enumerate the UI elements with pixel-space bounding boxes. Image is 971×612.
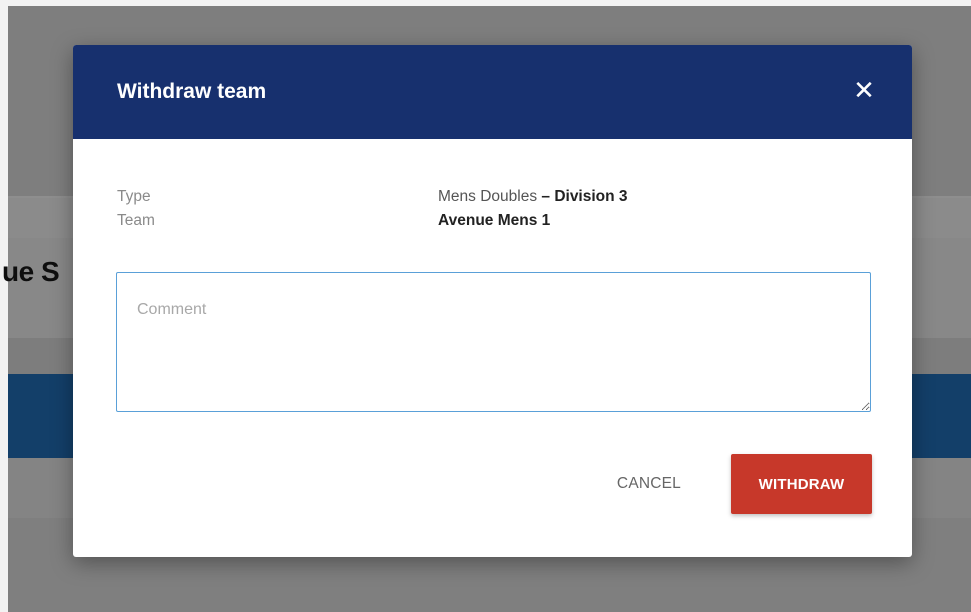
type-value-event: Mens Doubles	[438, 188, 538, 205]
cancel-button[interactable]: CANCEL	[617, 467, 681, 501]
withdraw-team-dialog: Withdraw team ✕ Type Mens Doubles – Divi…	[73, 45, 912, 557]
team-value: Avenue Mens 1	[438, 212, 551, 229]
close-button[interactable]: ✕	[846, 73, 882, 109]
dialog-title: Withdraw team	[117, 80, 267, 103]
team-row: Team Avenue Mens 1	[117, 210, 877, 232]
close-icon: ✕	[853, 76, 875, 106]
team-label: Team	[117, 212, 155, 229]
background-left-strip	[0, 6, 8, 612]
team-details: Type Mens Doubles – Division 3 Team Aven…	[117, 186, 877, 234]
comment-textarea[interactable]	[116, 272, 871, 412]
withdraw-button[interactable]: WITHDRAW	[731, 454, 872, 514]
background-page-heading: ue S	[2, 256, 60, 287]
screen: ue S Withdraw team ✕ Type Mens Doubles –…	[0, 0, 971, 612]
type-label: Type	[117, 188, 151, 205]
type-value: Mens Doubles – Division 3	[438, 188, 628, 206]
type-value-separator: –	[537, 188, 555, 205]
comment-field-wrapper	[116, 272, 871, 412]
type-row: Type Mens Doubles – Division 3	[117, 186, 877, 208]
type-value-division: Division 3	[554, 188, 628, 205]
dialog-header: Withdraw team ✕	[73, 45, 912, 139]
dialog-actions: CANCEL WITHDRAW	[617, 454, 872, 514]
